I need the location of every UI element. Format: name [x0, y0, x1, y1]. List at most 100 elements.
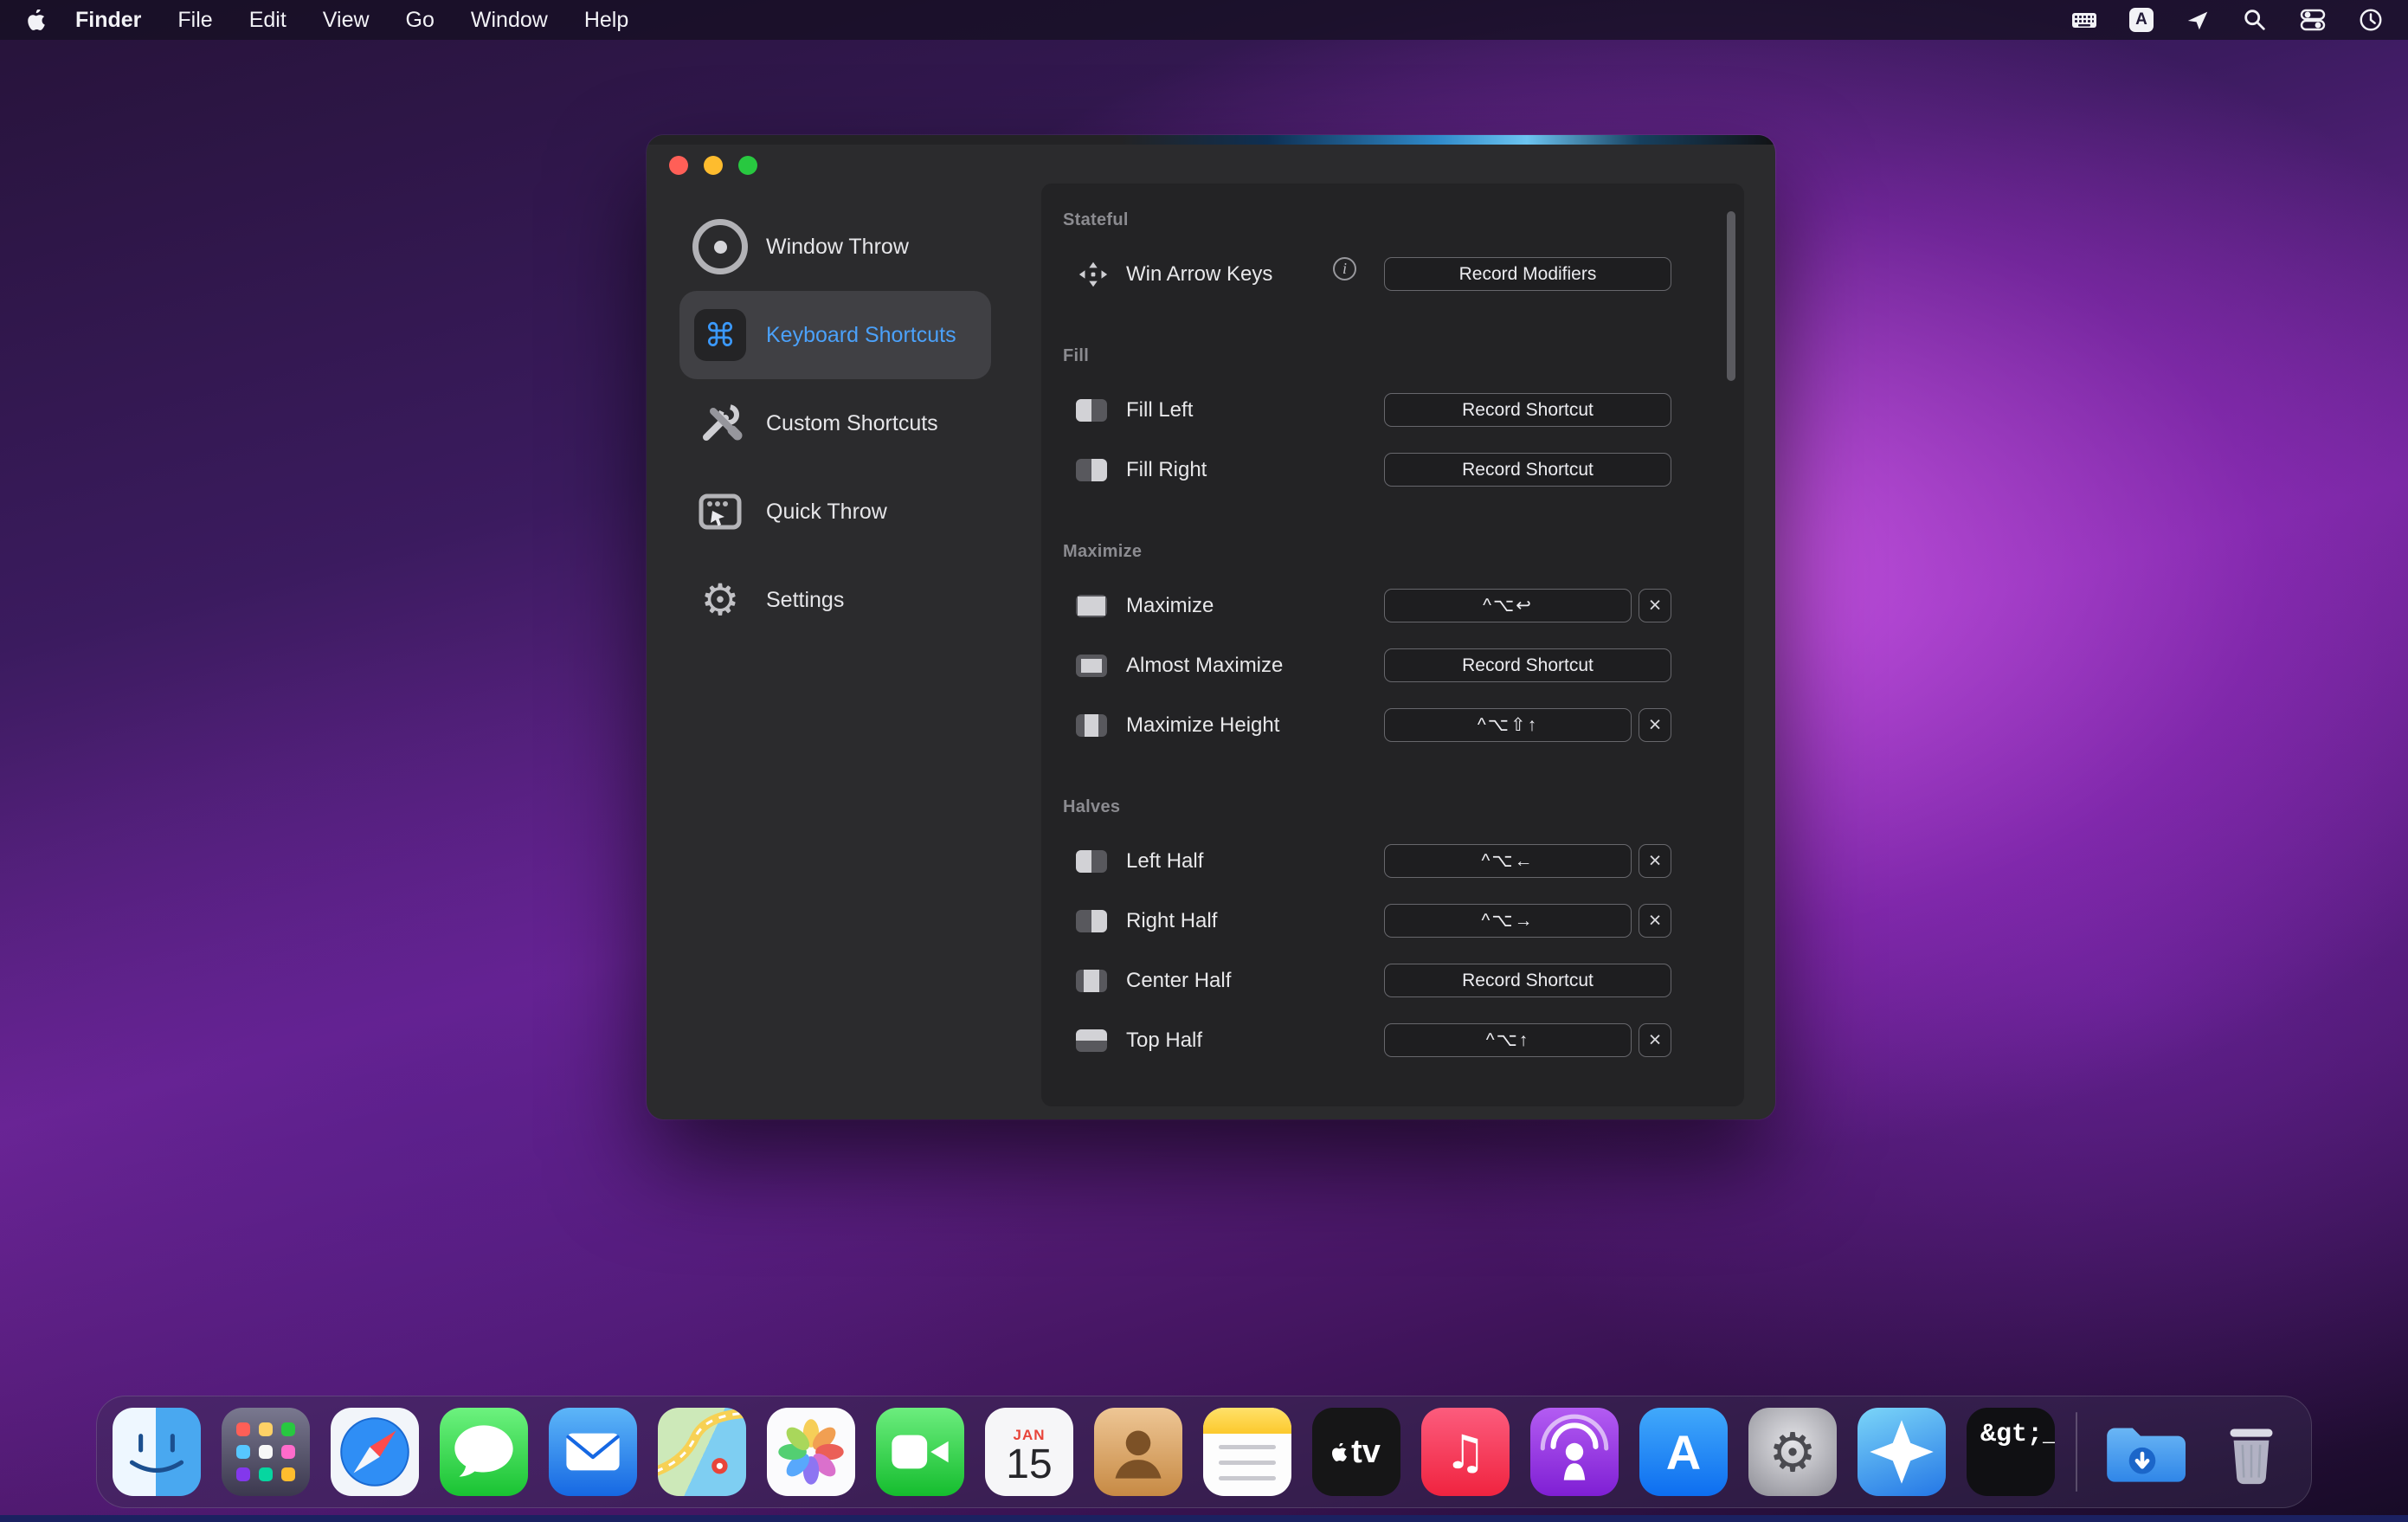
section-title: Halves	[1063, 796, 1121, 816]
menu-go[interactable]: Go	[388, 0, 453, 40]
row-fill-left: Fill Left Record Shortcut	[1041, 380, 1744, 440]
music-note-glyph: ♫	[1444, 1424, 1487, 1480]
app-window: Window Throw ⌘ Keyboard Shortcuts Custom…	[647, 135, 1775, 1119]
dock-terminal-icon[interactable]: &gt;_	[1967, 1408, 2055, 1496]
dock-facetime-icon[interactable]	[876, 1408, 964, 1496]
dock-photos-icon[interactable]	[767, 1408, 855, 1496]
section-stateful: Stateful Win Arrow Keys i Record Modifie…	[1041, 203, 1744, 304]
control-center-icon[interactable]	[2299, 6, 2327, 34]
maximize-icon	[1076, 594, 1107, 617]
dock-notes-icon[interactable]	[1203, 1408, 1291, 1496]
info-icon[interactable]: i	[1333, 257, 1356, 281]
shortcut-field[interactable]: ^⌥↩	[1384, 589, 1632, 622]
record-shortcut-button[interactable]: Record Shortcut	[1384, 648, 1671, 682]
dock-system-preferences-icon[interactable]: ⚙	[1748, 1408, 1837, 1496]
row-label: Right Half	[1126, 908, 1218, 932]
record-shortcut-button[interactable]: Record Shortcut	[1384, 453, 1671, 487]
row-label: Almost Maximize	[1126, 653, 1284, 677]
shortcut-field[interactable]: ^⌥↑	[1384, 1023, 1632, 1057]
quick-throw-icon	[692, 483, 749, 540]
clear-shortcut-button[interactable]: ×	[1639, 904, 1671, 938]
clear-shortcut-button[interactable]: ×	[1639, 1023, 1671, 1057]
spotlight-search-icon[interactable]	[2242, 7, 2268, 33]
fill-left-icon	[1076, 398, 1107, 422]
scrollbar-thumb[interactable]	[1727, 211, 1735, 381]
row-label: Left Half	[1126, 848, 1204, 873]
sidebar-label: Quick Throw	[766, 499, 887, 524]
tools-icon	[692, 395, 749, 452]
section-fill: Fill Fill Left Record Shortcut Fill Righ…	[1041, 339, 1744, 500]
row-label: Maximize Height	[1126, 713, 1280, 737]
gear-glyph: ⚙	[1768, 1420, 1817, 1484]
keyboard-viewer-icon[interactable]	[2070, 6, 2098, 34]
minimize-button[interactable]	[704, 156, 723, 175]
dock-trash-icon[interactable]	[2207, 1408, 2295, 1496]
command-key-icon: ⌘	[692, 306, 749, 364]
row-maximize-height: Maximize Height ^⌥⇧↑ ×	[1041, 695, 1744, 755]
dock-separator	[2076, 1412, 2077, 1492]
dock-music-icon[interactable]: ♫	[1421, 1408, 1510, 1496]
sidebar-item-window-throw[interactable]: Window Throw	[679, 203, 991, 291]
location-arrow-icon[interactable]	[2185, 7, 2211, 33]
clear-shortcut-button[interactable]: ×	[1639, 589, 1671, 622]
terminal-prompt: &gt;_	[1980, 1420, 2055, 1449]
dock-mail-icon[interactable]	[549, 1408, 637, 1496]
section-halves: Halves Left Half ^⌥← × Right Half ^⌥→ ×	[1041, 790, 1744, 1070]
menu-view[interactable]: View	[305, 0, 388, 40]
sidebar-item-custom-shortcuts[interactable]: Custom Shortcuts	[679, 379, 991, 468]
menu-edit[interactable]: Edit	[231, 0, 305, 40]
dock-appletv-icon[interactable]: tv	[1312, 1408, 1400, 1496]
record-modifiers-button[interactable]: Record Modifiers	[1384, 257, 1671, 291]
dock-safari-icon[interactable]	[331, 1408, 419, 1496]
menu-file[interactable]: File	[159, 0, 230, 40]
close-button[interactable]	[669, 156, 688, 175]
sidebar-label: Settings	[766, 587, 845, 612]
menu-bar: Finder File Edit View Go Window Help A	[0, 0, 2408, 40]
menu-window[interactable]: Window	[453, 0, 566, 40]
section-title: Stateful	[1063, 210, 1129, 229]
row-almost-maximize: Almost Maximize Record Shortcut	[1041, 635, 1744, 695]
zoom-button[interactable]	[738, 156, 757, 175]
dock-appstore-icon[interactable]: A	[1639, 1408, 1728, 1496]
apple-menu-icon[interactable]	[24, 10, 57, 30]
clock-icon[interactable]	[2358, 7, 2384, 33]
dock-messages-icon[interactable]	[440, 1408, 528, 1496]
sidebar-label: Keyboard Shortcuts	[766, 322, 956, 347]
shortcut-field[interactable]: ^⌥←	[1384, 844, 1632, 878]
shortcuts-panel: Stateful Win Arrow Keys i Record Modifie…	[1041, 184, 1744, 1106]
row-maximize: Maximize ^⌥↩ ×	[1041, 576, 1744, 635]
appletv-label: tv	[1351, 1433, 1381, 1470]
shortcut-field[interactable]: ^⌥→	[1384, 904, 1632, 938]
row-left-half: Left Half ^⌥← ×	[1041, 831, 1744, 891]
sidebar-item-keyboard-shortcuts[interactable]: ⌘ Keyboard Shortcuts	[679, 291, 991, 379]
clear-shortcut-button[interactable]: ×	[1639, 708, 1671, 742]
sidebar-item-settings[interactable]: ⚙ Settings	[679, 556, 991, 644]
dock-podcasts-icon[interactable]	[1530, 1408, 1619, 1496]
dock-maps-icon[interactable]	[658, 1408, 746, 1496]
sidebar-item-quick-throw[interactable]: Quick Throw	[679, 468, 991, 556]
record-shortcut-button[interactable]: Record Shortcut	[1384, 964, 1671, 997]
dock-finder-icon[interactable]	[113, 1408, 201, 1496]
traffic-lights	[669, 156, 757, 175]
row-center-half: Center Half Record Shortcut	[1041, 951, 1744, 1010]
dock-launchpad-icon[interactable]	[222, 1408, 310, 1496]
input-source-icon[interactable]: A	[2129, 8, 2154, 32]
sidebar-label: Window Throw	[766, 234, 909, 259]
record-shortcut-button[interactable]: Record Shortcut	[1384, 393, 1671, 427]
dock-window-manager-app-icon[interactable]	[1858, 1408, 1946, 1496]
section-title: Maximize	[1063, 541, 1143, 561]
menu-app-name[interactable]: Finder	[57, 0, 159, 40]
shortcut-field[interactable]: ^⌥⇧↑	[1384, 708, 1632, 742]
fill-right-icon	[1076, 458, 1107, 481]
row-win-arrow-keys: Win Arrow Keys i Record Modifiers	[1041, 244, 1744, 304]
dock-downloads-folder-icon[interactable]	[2098, 1408, 2186, 1496]
dock-calendar-icon[interactable]: JAN 15	[985, 1408, 1073, 1496]
clear-shortcut-button[interactable]: ×	[1639, 844, 1671, 878]
almost-maximize-icon	[1076, 654, 1107, 677]
dock-contacts-icon[interactable]	[1094, 1408, 1182, 1496]
row-label: Fill Right	[1126, 457, 1207, 481]
sidebar-label: Custom Shortcuts	[766, 410, 938, 435]
menu-help[interactable]: Help	[566, 0, 647, 40]
appstore-letter: A	[1665, 1424, 1702, 1480]
center-half-icon	[1076, 969, 1107, 992]
